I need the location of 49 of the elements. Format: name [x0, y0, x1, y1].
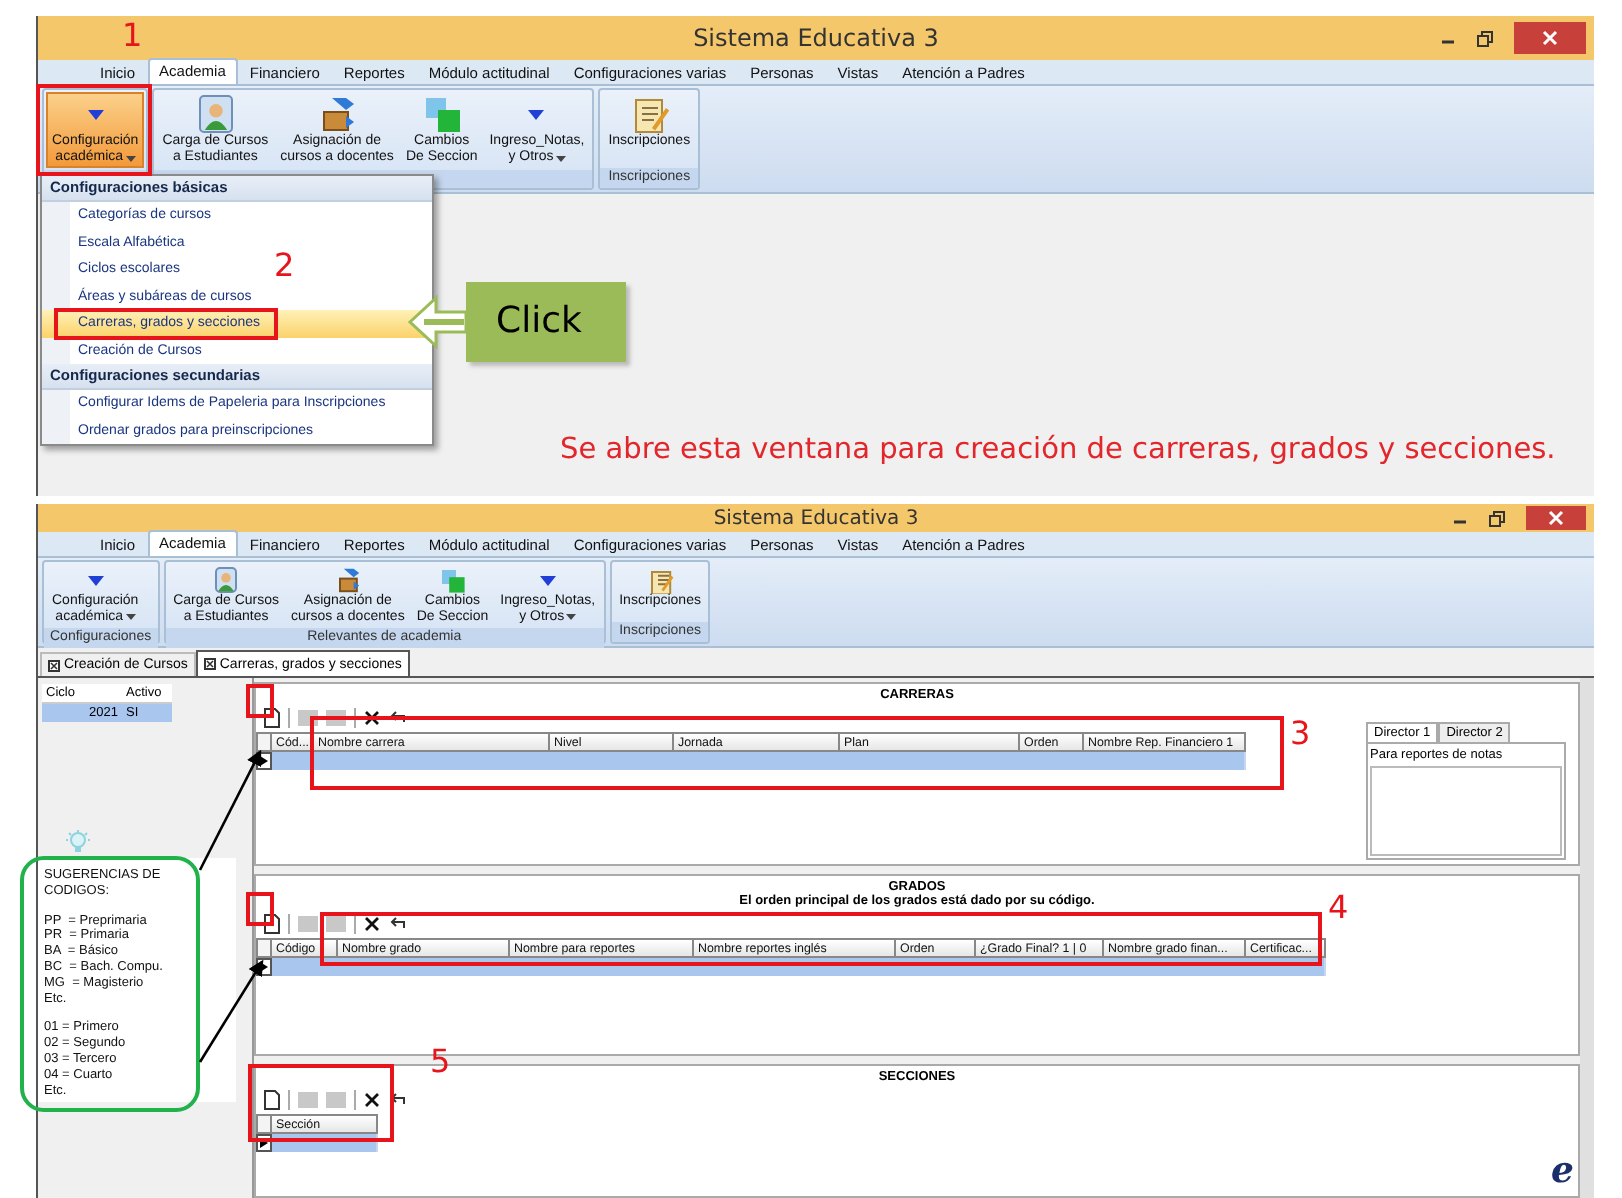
window-title: Sistema Educativa 3 — [693, 24, 939, 52]
squares-icon — [438, 566, 467, 594]
undo-icon — [388, 709, 406, 725]
step-number: 5 — [430, 1046, 451, 1078]
highlight-box — [246, 892, 274, 926]
undo-icon — [388, 915, 406, 931]
step-number: 2 — [274, 250, 295, 282]
caret-icon — [566, 611, 577, 622]
close-icon — [1548, 510, 1564, 526]
dropdown-arrow-icon — [87, 575, 104, 585]
highlight-box — [246, 684, 274, 718]
student-card-icon — [212, 566, 241, 594]
close-icon — [1542, 30, 1558, 46]
window-title: Sistema Educativa 3 — [713, 507, 919, 529]
dropdown-arrow-icon — [539, 575, 556, 585]
step-number: 1 — [122, 20, 143, 52]
row-pointer-icon — [260, 962, 268, 972]
notepad-pencil-icon — [629, 94, 670, 134]
student-card-icon — [195, 94, 236, 134]
caret-icon — [125, 153, 136, 163]
click-callout: Click — [466, 282, 626, 362]
dropdown-arrow-icon — [528, 109, 545, 119]
restore-icon — [1488, 509, 1506, 527]
notes-field[interactable] — [1370, 766, 1562, 856]
new-document-icon — [264, 1089, 280, 1109]
row-pointer-icon — [260, 1138, 268, 1148]
caret-icon — [555, 153, 566, 163]
caret-icon — [125, 611, 136, 622]
row-pointer-icon — [260, 756, 268, 766]
close-icon — [48, 659, 60, 671]
box-arrow-icon — [317, 94, 358, 134]
box-arrow-icon — [333, 566, 362, 594]
highlight-box — [36, 84, 152, 176]
light-bulb-icon — [66, 830, 90, 854]
close-button[interactable] — [1526, 506, 1586, 530]
close-button[interactable] — [1514, 22, 1586, 54]
delete-icon — [364, 1091, 380, 1107]
delete-icon — [364, 709, 380, 725]
step-number: 3 — [1290, 718, 1311, 750]
close-icon — [203, 658, 216, 670]
notepad-pencil-icon — [646, 566, 675, 594]
dropdown-arrow-icon — [87, 109, 104, 119]
delete-icon — [364, 915, 380, 931]
caption: Se abre esta ventana para creación de carreras, grados y secciones. — [560, 434, 1556, 466]
undo-icon — [388, 1091, 406, 1107]
corner-logo: e — [1551, 1150, 1574, 1192]
restore-icon — [1476, 29, 1494, 47]
step-number: 4 — [1328, 892, 1349, 924]
squares-icon — [421, 94, 462, 134]
